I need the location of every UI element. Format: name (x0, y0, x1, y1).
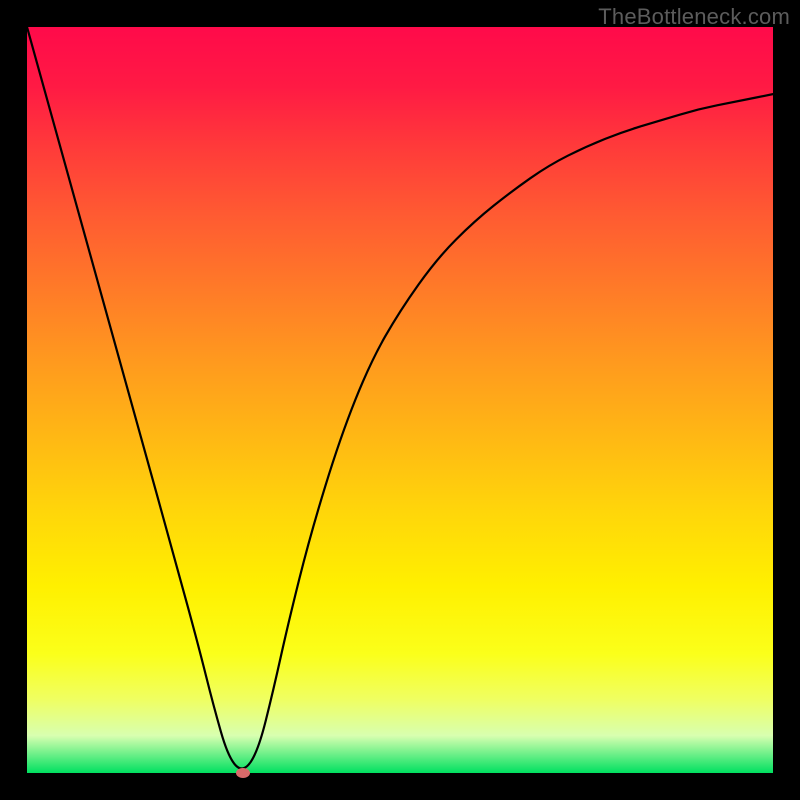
optimal-point-marker (236, 768, 250, 778)
bottleneck-curve (27, 27, 773, 773)
chart-area (27, 27, 773, 773)
watermark-text: TheBottleneck.com (598, 4, 790, 30)
